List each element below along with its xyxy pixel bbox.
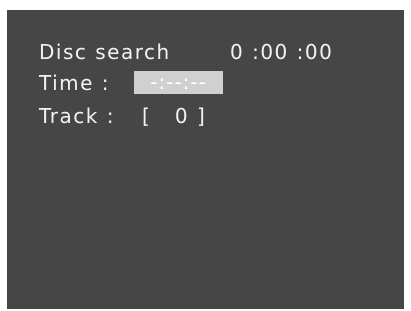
time-label: Time : <box>39 71 111 95</box>
elapsed-counter: 0 :00 :00 <box>230 40 334 64</box>
disc-search-title: Disc search <box>39 40 171 64</box>
disc-search-screen: Disc search 0 :00 :00 Time : -:--:-- Tra… <box>7 10 404 309</box>
time-entry-field[interactable]: -:--:-- <box>134 71 223 94</box>
track-label: Track : <box>39 104 115 128</box>
track-number-field[interactable]: [ 0 ] <box>142 105 206 127</box>
